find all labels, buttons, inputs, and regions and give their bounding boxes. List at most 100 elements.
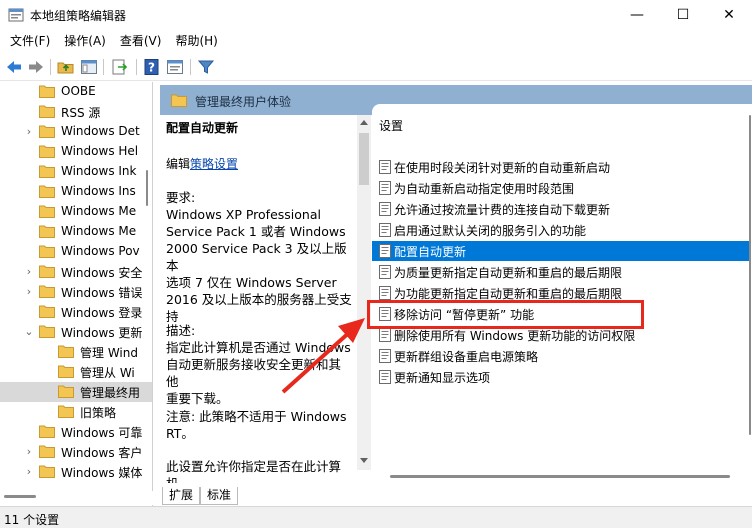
chevron-right-icon[interactable]: › bbox=[23, 125, 35, 139]
menu-action[interactable]: 操作(A) bbox=[57, 30, 113, 52]
show-hide-tree-icon[interactable] bbox=[80, 58, 98, 76]
tree-horizontal-scrollbar[interactable] bbox=[0, 491, 153, 505]
tab-standard[interactable]: 标准 bbox=[200, 487, 239, 505]
scroll-up-icon[interactable] bbox=[360, 119, 368, 125]
tree-item[interactable]: Windows 登录 bbox=[0, 302, 152, 322]
tree-item[interactable]: OOBE bbox=[0, 82, 152, 102]
view-tabs: 扩展 标准 bbox=[160, 484, 752, 506]
tree-item[interactable]: › Windows Det bbox=[0, 122, 152, 142]
policy-setting-label: 启用通过默认关闭的服务引入的功能 bbox=[394, 224, 587, 238]
tree-item-label: Windows Me bbox=[61, 204, 137, 218]
tree-item[interactable]: › Windows 安全 bbox=[0, 262, 152, 282]
description-panel: 配置自动更新 编辑策略设置 要求: Windows XP Professiona… bbox=[160, 115, 357, 483]
edit-policy-link[interactable]: 策略设置 bbox=[190, 157, 238, 171]
policy-setting-label: 在使用时段关闭针对更新的自动重新启动 bbox=[394, 161, 611, 175]
tab-extended[interactable]: 扩展 bbox=[162, 487, 201, 505]
policy-setting-label: 更新通知显示选项 bbox=[394, 371, 491, 385]
extra-text: 此设置允许你指定是否在此计算机上启用自动更新。如果启用此服 bbox=[166, 458, 352, 483]
policy-setting-row[interactable]: 在使用时段关闭针对更新的自动重新启动 bbox=[372, 157, 750, 177]
policy-setting-icon bbox=[379, 328, 391, 342]
chevron-down-icon[interactable]: ⌄ bbox=[23, 325, 35, 339]
tree-item-label: 管理最终用 bbox=[80, 386, 141, 400]
minimize-button[interactable]: — bbox=[614, 0, 660, 30]
folder-icon bbox=[171, 94, 187, 107]
description-line: Windows XP Professional bbox=[166, 207, 321, 222]
back-icon[interactable] bbox=[5, 58, 23, 76]
tree-item[interactable]: RSS 源 bbox=[0, 102, 152, 122]
folder-icon bbox=[39, 225, 55, 238]
tree-item[interactable]: Windows Hel bbox=[0, 142, 152, 162]
policy-setting-row[interactable]: 为质量更新指定自动更新和重启的最后期限 bbox=[372, 262, 750, 282]
settings-list-horizontal-scrollbar[interactable] bbox=[372, 470, 752, 484]
up-folder-icon[interactable] bbox=[57, 58, 75, 76]
forward-icon[interactable] bbox=[27, 58, 45, 76]
edit-prefix: 编辑 bbox=[166, 157, 191, 171]
tree-item[interactable]: Windows 可靠 bbox=[0, 422, 152, 442]
tree-item[interactable]: 管理 Wind bbox=[0, 342, 152, 362]
policy-setting-row[interactable]: 为自动重新启动指定使用时段范围 bbox=[372, 178, 750, 198]
description-line: 2016 及以上版本的服务器上受支 bbox=[166, 292, 352, 307]
note-text: 注意: 此策略不适用于 Windows RT。 bbox=[166, 408, 352, 442]
folder-icon bbox=[39, 425, 55, 438]
tree-item[interactable]: Windows Me bbox=[0, 222, 152, 242]
tree-item[interactable]: › Windows 错误 bbox=[0, 282, 152, 302]
tree-item-label: Windows Ink bbox=[61, 164, 137, 178]
settings-list-scrollbar[interactable] bbox=[748, 115, 752, 465]
tree-item[interactable]: › Windows 媒体 bbox=[0, 462, 152, 482]
filter-icon[interactable] bbox=[197, 58, 215, 76]
menu-file[interactable]: 文件(F) bbox=[3, 30, 57, 52]
window-title: 本地组策略编辑器 bbox=[30, 9, 127, 23]
policy-setting-row[interactable]: 配置自动更新 bbox=[372, 241, 750, 261]
description-line: 指定此计算机是否通过 Windows bbox=[166, 340, 351, 355]
tree-item[interactable]: 旧策略 bbox=[0, 402, 152, 422]
close-button[interactable]: ✕ bbox=[706, 0, 752, 30]
folder-icon bbox=[39, 245, 55, 258]
tree-item[interactable]: 管理从 Wi bbox=[0, 362, 152, 382]
properties-icon[interactable] bbox=[166, 58, 184, 76]
tree-scrollbar[interactable] bbox=[143, 82, 151, 492]
policy-setting-label: 配置自动更新 bbox=[394, 245, 467, 259]
policy-setting-row[interactable]: 允许通过按流量计费的连接自动下载更新 bbox=[372, 199, 750, 219]
description-scrollbar[interactable] bbox=[357, 115, 371, 470]
tree-item[interactable]: Windows Pov bbox=[0, 242, 152, 262]
tree-horizontal-scroll-thumb[interactable] bbox=[4, 495, 36, 498]
policy-setting-row[interactable]: 更新群组设备重启电源策略 bbox=[372, 346, 750, 366]
chevron-right-icon[interactable]: › bbox=[23, 465, 35, 479]
policy-setting-icon bbox=[379, 160, 391, 174]
policy-setting-row[interactable]: 更新通知显示选项 bbox=[372, 367, 750, 387]
menu-help[interactable]: 帮助(H) bbox=[168, 30, 224, 52]
chevron-right-icon[interactable]: › bbox=[23, 445, 35, 459]
chevron-right-icon[interactable]: › bbox=[23, 285, 35, 299]
export-list-icon[interactable] bbox=[111, 58, 129, 76]
toolbar-separator bbox=[50, 59, 51, 75]
scroll-down-icon[interactable] bbox=[360, 458, 368, 464]
folder-icon bbox=[39, 85, 55, 98]
tree-item[interactable]: Windows Ink bbox=[0, 162, 152, 182]
policy-setting-icon bbox=[379, 265, 391, 279]
settings-list-horizontal-scroll-thumb[interactable] bbox=[390, 475, 730, 478]
settings-column-header[interactable]: 设置 bbox=[379, 117, 403, 134]
folder-icon bbox=[39, 465, 55, 478]
title-bar: 本地组策略编辑器 — ☐ ✕ bbox=[0, 0, 752, 30]
tree-item-label: Windows 安全 bbox=[61, 266, 143, 280]
close-icon: ✕ bbox=[723, 7, 735, 23]
description-line: Service Pack 1 或者 Windows bbox=[166, 224, 346, 239]
maximize-button[interactable]: ☐ bbox=[660, 0, 706, 30]
tree-item-label: Windows 错误 bbox=[61, 286, 143, 300]
tree-item[interactable]: › Windows 客户 bbox=[0, 442, 152, 462]
policy-setting-row[interactable]: 启用通过默认关闭的服务引入的功能 bbox=[372, 220, 750, 240]
help-icon[interactable]: ? bbox=[143, 58, 161, 76]
tree-item[interactable]: Windows Ins bbox=[0, 182, 152, 202]
menu-view[interactable]: 查看(V) bbox=[113, 30, 169, 52]
folder-icon bbox=[39, 125, 55, 138]
description-line: 注意: 此策略不适用于 Windows bbox=[166, 409, 347, 424]
tree-item[interactable]: 管理最终用 bbox=[0, 382, 152, 402]
chevron-right-icon[interactable]: › bbox=[23, 265, 35, 279]
policy-setting-icon bbox=[379, 223, 391, 237]
tree-item[interactable]: ⌄ Windows 更新 bbox=[0, 322, 152, 342]
folder-icon bbox=[39, 145, 55, 158]
description-scroll-thumb[interactable] bbox=[359, 133, 369, 185]
edit-policy-line: 编辑策略设置 bbox=[166, 155, 238, 172]
tree-item-label: Windows Pov bbox=[61, 244, 140, 258]
tree-item[interactable]: Windows Me bbox=[0, 202, 152, 222]
